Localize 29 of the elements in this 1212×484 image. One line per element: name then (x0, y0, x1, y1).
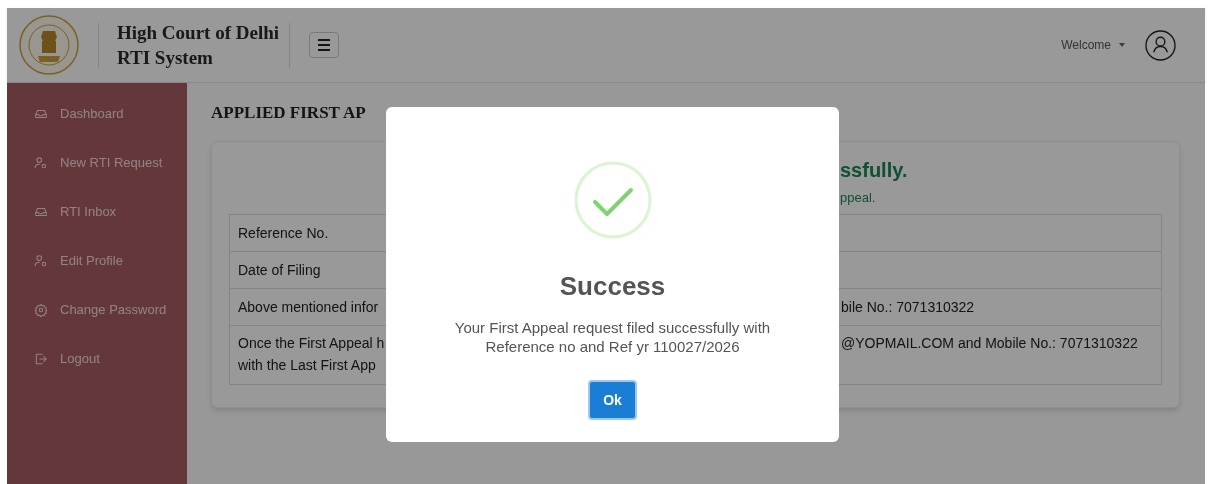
table-cell-text: Reference No. (237, 224, 330, 243)
user-icon (34, 155, 48, 170)
dialog-title: Success (559, 270, 666, 302)
dialog-message: Your First Appeal request filed successfully with Reference no and Ref yr 110027/2026 (454, 318, 771, 356)
settings-icon (34, 302, 48, 317)
logout-icon (34, 351, 48, 366)
user-icon (34, 253, 48, 268)
menu-icon (317, 39, 331, 51)
sidebar-item[interactable]: New RTI Request (7, 138, 187, 187)
sidebar-item[interactable]: Dashboard (7, 89, 187, 138)
sidebar-item[interactable]: Logout (7, 334, 187, 383)
site-title: High Court of Delhi RTI System (117, 21, 281, 70)
caret-icon (1119, 43, 1125, 47)
avatar-icon[interactable] (1145, 29, 1176, 61)
ok-button[interactable]: Ok (588, 380, 637, 420)
table-cell-text: bile No.: 7071310322 (841, 298, 976, 317)
menu-toggle-button[interactable] (309, 32, 339, 58)
table-cell-text: @YOPMAIL.COM and Mobile No.: 7071310322 (841, 334, 1139, 353)
sidebar-item[interactable]: Change Password (7, 285, 187, 334)
court-emblem-logo (18, 14, 80, 76)
success-note: ppeal. (840, 189, 877, 207)
table-cell-text: Date of Filing (237, 261, 322, 280)
sidebar-item[interactable]: Edit Profile (7, 236, 187, 285)
welcome-menu[interactable]: Welcome (1061, 36, 1125, 54)
sidebar-item[interactable]: RTI Inbox (7, 187, 187, 236)
table-cell-text: Once the First Appeal h with the Last First App (237, 334, 386, 375)
success-heading: ssfully. (840, 158, 909, 183)
table-cell-text: Above mentioned infor (237, 298, 380, 317)
page-title: APPLIED FIRST AP (211, 103, 366, 123)
